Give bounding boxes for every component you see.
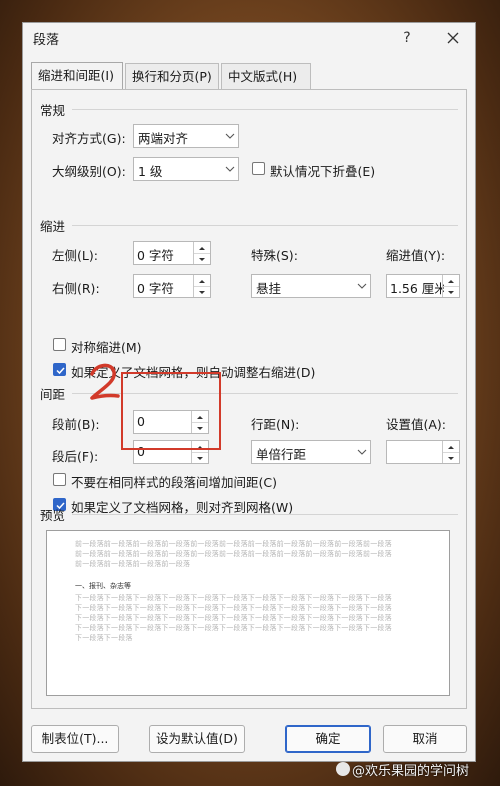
right-indent-value: 0 字符 — [137, 281, 174, 296]
triangle-down-icon — [199, 291, 205, 294]
preview-sample-text: 一、报刊、杂志等 — [75, 582, 131, 590]
outline-level-select[interactable]: 1 级 — [133, 157, 239, 181]
close-button[interactable] — [441, 26, 465, 50]
alignment-select[interactable]: 两端对齐 — [133, 124, 239, 148]
preview-prev-line: 前一段落前一段落前一段落前一段落前一段落前一段落前一段落前一段落前一段落前一段落… — [75, 550, 392, 558]
auto-adjust-right-indent-checkbox[interactable] — [53, 363, 66, 376]
left-indent-label: 左侧(L): — [52, 248, 98, 263]
line-spacing-label: 行距(N): — [251, 417, 300, 432]
indent-section-label: 缩进 — [40, 219, 66, 234]
preview-next-line: 下一段落下一段落下一段落下一段落下一段落下一段落下一段落下一段落下一段落下一段落… — [75, 624, 392, 632]
alignment-label: 对齐方式(G): — [52, 131, 126, 146]
triangle-down-icon — [197, 457, 203, 460]
no-space-same-style-label: 不要在相同样式的段落间增加间距(C) — [71, 475, 277, 490]
line-spacing-select[interactable]: 单倍行距 — [251, 440, 371, 464]
title-bar: 段落 ? — [23, 23, 475, 53]
preview-next-line: 下一段落下一段落下一段落下一段落下一段落下一段落下一段落下一段落下一段落下一段落… — [75, 614, 392, 622]
annotation-mark — [90, 363, 120, 400]
line-spacing-value: 单倍行距 — [256, 447, 307, 462]
preview-next-line: 下一段落下一段落 — [75, 634, 133, 642]
indent-divider — [72, 225, 458, 226]
spin-down-button[interactable] — [443, 286, 459, 297]
space-after-label: 段后(F): — [52, 449, 99, 464]
outline-level-label: 大纲级别(O): — [52, 164, 126, 179]
tab-line-page-breaks[interactable]: 换行和分页(P) — [125, 63, 219, 89]
preview-prev-line: 前一段落前一段落前一段落前一段落 — [75, 560, 191, 568]
spacing-section-label: 间距 — [40, 387, 66, 402]
tab-asian-typography[interactable]: 中文版式(H) — [221, 63, 311, 89]
annotation-highlight-box — [121, 372, 221, 450]
special-indent-label: 特殊(S): — [251, 248, 298, 263]
right-indent-spinner[interactable]: 0 字符 — [133, 274, 211, 298]
spacing-at-spinner[interactable] — [386, 440, 460, 464]
chevron-down-icon — [357, 283, 367, 289]
set-default-button[interactable]: 设为默认值(D) — [149, 725, 245, 753]
preview-prev-line: 前一段落前一段落前一段落前一段落前一段落前一段落前一段落前一段落前一段落前一段落… — [75, 540, 392, 548]
triangle-down-icon — [448, 291, 454, 294]
alignment-value: 两端对齐 — [138, 131, 189, 146]
left-indent-value: 0 字符 — [137, 248, 174, 263]
mirror-indents-label: 对称缩进(M) — [71, 340, 142, 355]
chevron-down-icon — [225, 166, 235, 172]
indent-by-value: 1.56 厘米 — [390, 281, 444, 296]
spin-down-button[interactable] — [194, 253, 210, 264]
indent-by-label: 缩进值(Y): — [386, 248, 446, 263]
special-indent-value: 悬挂 — [256, 281, 282, 296]
spin-down-button[interactable] — [443, 452, 459, 463]
special-indent-select[interactable]: 悬挂 — [251, 274, 371, 298]
mirror-indents-checkbox[interactable] — [53, 338, 66, 351]
dialog-title: 段落 — [33, 33, 60, 48]
space-before-label: 段前(B): — [52, 417, 100, 432]
tabs-button[interactable]: 制表位(T)... — [31, 725, 119, 753]
preview-section-label: 预览 — [40, 508, 66, 523]
checkmark-icon — [56, 367, 65, 375]
help-button[interactable]: ? — [395, 26, 419, 50]
spacing-at-label: 设置值(A): — [386, 417, 447, 432]
preview-next-line: 下一段落下一段落下一段落下一段落下一段落下一段落下一段落下一段落下一段落下一段落… — [75, 604, 392, 612]
triangle-down-icon — [448, 457, 454, 460]
spin-down-button[interactable] — [194, 286, 210, 297]
watermark-logo-icon — [336, 762, 350, 776]
general-section-label: 常规 — [40, 103, 66, 118]
watermark-text: @欢乐果园的学问树 — [352, 764, 470, 779]
collapse-label: 默认情况下折叠(E) — [270, 164, 376, 179]
spin-down-button[interactable] — [192, 452, 208, 463]
cancel-button[interactable]: 取消 — [383, 725, 467, 753]
indent-by-spinner[interactable]: 1.56 厘米 — [386, 274, 460, 298]
right-indent-label: 右侧(R): — [52, 281, 100, 296]
no-space-same-style-checkbox[interactable] — [53, 473, 66, 486]
chevron-down-icon — [225, 133, 235, 139]
preview-pane: 前一段落前一段落前一段落前一段落前一段落前一段落前一段落前一段落前一段落前一段落… — [46, 530, 450, 696]
close-icon — [447, 32, 459, 44]
outline-level-value: 1 级 — [138, 164, 163, 179]
chevron-down-icon — [357, 449, 367, 455]
preview-next-line: 下一段落下一段落下一段落下一段落下一段落下一段落下一段落下一段落下一段落下一段落… — [75, 594, 392, 602]
general-divider — [72, 109, 458, 110]
collapse-checkbox[interactable] — [252, 162, 265, 175]
left-indent-spinner[interactable]: 0 字符 — [133, 241, 211, 265]
preview-divider — [72, 514, 458, 515]
ok-button[interactable]: 确定 — [285, 725, 371, 753]
tab-indents-spacing[interactable]: 缩进和间距(I) — [31, 62, 123, 90]
triangle-down-icon — [199, 258, 205, 261]
